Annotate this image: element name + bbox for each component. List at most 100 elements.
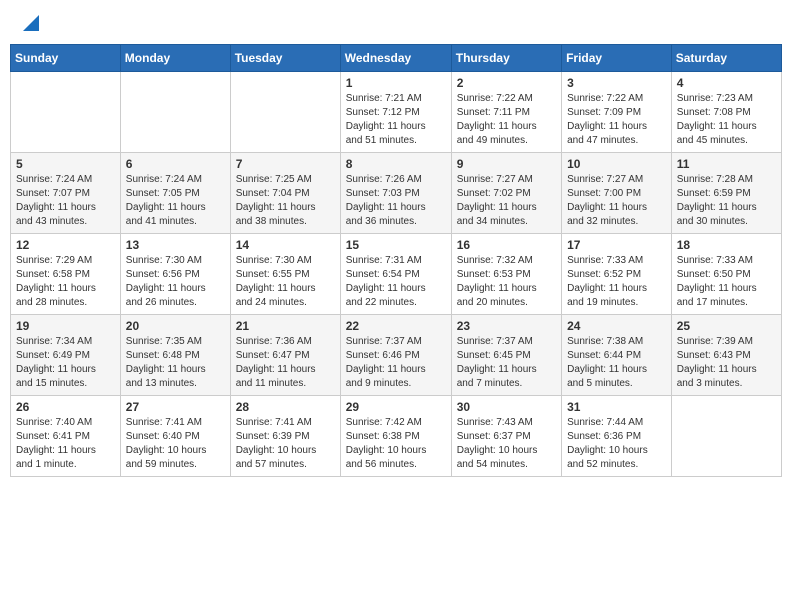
day-info: Sunrise: 7:24 AM Sunset: 7:07 PM Dayligh… <box>16 173 115 229</box>
day-number: 3 <box>567 76 666 90</box>
calendar-week-row: 19Sunrise: 7:34 AM Sunset: 6:49 PM Dayli… <box>11 315 782 396</box>
day-info: Sunrise: 7:36 AM Sunset: 6:47 PM Dayligh… <box>236 335 335 391</box>
day-of-week-header: Thursday <box>451 45 561 72</box>
day-info: Sunrise: 7:37 AM Sunset: 6:45 PM Dayligh… <box>457 335 556 391</box>
day-number: 24 <box>567 319 666 333</box>
calendar-cell: 9 Sunrise: 7:27 AM Sunset: 7:02 PM Daylig… <box>451 153 561 234</box>
calendar-cell: 20 Sunrise: 7:35 AM Sunset: 6:48 PM Dayli… <box>120 315 230 396</box>
day-number: 20 <box>126 319 225 333</box>
day-info: Sunrise: 7:40 AM Sunset: 6:41 PM Dayligh… <box>16 416 115 472</box>
calendar-cell: 17 Sunrise: 7:33 AM Sunset: 6:52 PM Dayli… <box>562 234 672 315</box>
day-number: 30 <box>457 400 556 414</box>
day-number: 31 <box>567 400 666 414</box>
day-number: 14 <box>236 238 335 252</box>
day-info: Sunrise: 7:24 AM Sunset: 7:05 PM Dayligh… <box>126 173 225 229</box>
day-info: Sunrise: 7:26 AM Sunset: 7:03 PM Dayligh… <box>346 173 446 229</box>
calendar-cell: 19Sunrise: 7:34 AM Sunset: 6:49 PM Dayli… <box>11 315 121 396</box>
day-number: 1 <box>346 76 446 90</box>
day-info: Sunrise: 7:27 AM Sunset: 7:02 PM Dayligh… <box>457 173 556 229</box>
day-info: Sunrise: 7:44 AM Sunset: 6:36 PM Dayligh… <box>567 416 666 472</box>
day-info: Sunrise: 7:39 AM Sunset: 6:43 PM Dayligh… <box>677 335 776 391</box>
day-info: Sunrise: 7:33 AM Sunset: 6:50 PM Dayligh… <box>677 254 776 310</box>
calendar-cell: 11Sunrise: 7:28 AM Sunset: 6:59 PM Dayli… <box>671 153 781 234</box>
calendar-week-row: 1Sunrise: 7:21 AM Sunset: 7:12 PM Daylig… <box>11 72 782 153</box>
calendar-cell: 29 Sunrise: 7:42 AM Sunset: 6:38 PM Dayli… <box>340 396 451 477</box>
day-info: Sunrise: 7:25 AM Sunset: 7:04 PM Dayligh… <box>236 173 335 229</box>
day-number: 15 <box>346 238 446 252</box>
calendar-cell: 30 Sunrise: 7:43 AM Sunset: 6:37 PM Dayli… <box>451 396 561 477</box>
day-number: 6 <box>126 157 225 171</box>
calendar-cell <box>230 72 340 153</box>
day-info: Sunrise: 7:27 AM Sunset: 7:00 PM Dayligh… <box>567 173 666 229</box>
day-number: 27 <box>126 400 225 414</box>
day-number: 17 <box>567 238 666 252</box>
day-number: 22 <box>346 319 446 333</box>
calendar-cell <box>671 396 781 477</box>
page-header <box>10 10 782 34</box>
day-info: Sunrise: 7:33 AM Sunset: 6:52 PM Dayligh… <box>567 254 666 310</box>
day-info: Sunrise: 7:35 AM Sunset: 6:48 PM Dayligh… <box>126 335 225 391</box>
day-info: Sunrise: 7:23 AM Sunset: 7:08 PM Dayligh… <box>677 92 776 148</box>
calendar-cell: 21 Sunrise: 7:36 AM Sunset: 6:47 PM Dayli… <box>230 315 340 396</box>
day-info: Sunrise: 7:29 AM Sunset: 6:58 PM Dayligh… <box>16 254 115 310</box>
calendar-cell: 26 Sunrise: 7:40 AM Sunset: 6:41 PM Dayli… <box>11 396 121 477</box>
day-number: 2 <box>457 76 556 90</box>
day-number: 9 <box>457 157 556 171</box>
day-number: 12 <box>16 238 115 252</box>
day-info: Sunrise: 7:37 AM Sunset: 6:46 PM Dayligh… <box>346 335 446 391</box>
calendar-cell: 23 Sunrise: 7:37 AM Sunset: 6:45 PM Dayli… <box>451 315 561 396</box>
calendar-cell: 14 Sunrise: 7:30 AM Sunset: 6:55 PM Dayli… <box>230 234 340 315</box>
calendar-cell: 16 Sunrise: 7:32 AM Sunset: 6:53 PM Dayli… <box>451 234 561 315</box>
day-number: 7 <box>236 157 335 171</box>
day-of-week-header: Sunday <box>11 45 121 72</box>
calendar-cell <box>120 72 230 153</box>
day-number: 4 <box>677 76 776 90</box>
day-number: 18 <box>677 238 776 252</box>
day-info: Sunrise: 7:42 AM Sunset: 6:38 PM Dayligh… <box>346 416 446 472</box>
calendar-cell: 3 Sunrise: 7:22 AM Sunset: 7:09 PM Daylig… <box>562 72 672 153</box>
day-number: 10 <box>567 157 666 171</box>
calendar-table: SundayMondayTuesdayWednesdayThursdayFrid… <box>10 44 782 477</box>
day-number: 29 <box>346 400 446 414</box>
calendar-cell: 10 Sunrise: 7:27 AM Sunset: 7:00 PM Dayli… <box>562 153 672 234</box>
calendar-header-row: SundayMondayTuesdayWednesdayThursdayFrid… <box>11 45 782 72</box>
day-info: Sunrise: 7:22 AM Sunset: 7:11 PM Dayligh… <box>457 92 556 148</box>
day-number: 11 <box>677 157 776 171</box>
day-of-week-header: Friday <box>562 45 672 72</box>
calendar-cell: 18 Sunrise: 7:33 AM Sunset: 6:50 PM Dayli… <box>671 234 781 315</box>
day-number: 28 <box>236 400 335 414</box>
logo-triangle-icon <box>23 15 39 31</box>
day-number: 25 <box>677 319 776 333</box>
calendar-cell <box>11 72 121 153</box>
calendar-cell: 7 Sunrise: 7:25 AM Sunset: 7:04 PM Daylig… <box>230 153 340 234</box>
day-of-week-header: Saturday <box>671 45 781 72</box>
day-of-week-header: Tuesday <box>230 45 340 72</box>
day-info: Sunrise: 7:38 AM Sunset: 6:44 PM Dayligh… <box>567 335 666 391</box>
day-number: 16 <box>457 238 556 252</box>
calendar-week-row: 5Sunrise: 7:24 AM Sunset: 7:07 PM Daylig… <box>11 153 782 234</box>
day-info: Sunrise: 7:22 AM Sunset: 7:09 PM Dayligh… <box>567 92 666 148</box>
day-info: Sunrise: 7:41 AM Sunset: 6:40 PM Dayligh… <box>126 416 225 472</box>
day-info: Sunrise: 7:30 AM Sunset: 6:56 PM Dayligh… <box>126 254 225 310</box>
day-info: Sunrise: 7:43 AM Sunset: 6:37 PM Dayligh… <box>457 416 556 472</box>
calendar-cell: 31 Sunrise: 7:44 AM Sunset: 6:36 PM Dayli… <box>562 396 672 477</box>
day-info: Sunrise: 7:30 AM Sunset: 6:55 PM Dayligh… <box>236 254 335 310</box>
day-of-week-header: Wednesday <box>340 45 451 72</box>
calendar-cell: 12 Sunrise: 7:29 AM Sunset: 6:58 PM Dayli… <box>11 234 121 315</box>
calendar-cell: 6 Sunrise: 7:24 AM Sunset: 7:05 PM Daylig… <box>120 153 230 234</box>
day-of-week-header: Monday <box>120 45 230 72</box>
day-info: Sunrise: 7:41 AM Sunset: 6:39 PM Dayligh… <box>236 416 335 472</box>
day-number: 8 <box>346 157 446 171</box>
calendar-cell: 2 Sunrise: 7:22 AM Sunset: 7:11 PM Daylig… <box>451 72 561 153</box>
day-number: 26 <box>16 400 115 414</box>
day-info: Sunrise: 7:32 AM Sunset: 6:53 PM Dayligh… <box>457 254 556 310</box>
calendar-cell: 24 Sunrise: 7:38 AM Sunset: 6:44 PM Dayli… <box>562 315 672 396</box>
calendar-cell: 4 Sunrise: 7:23 AM Sunset: 7:08 PM Daylig… <box>671 72 781 153</box>
day-number: 21 <box>236 319 335 333</box>
calendar-cell: 8 Sunrise: 7:26 AM Sunset: 7:03 PM Daylig… <box>340 153 451 234</box>
calendar-cell: 25 Sunrise: 7:39 AM Sunset: 6:43 PM Dayli… <box>671 315 781 396</box>
day-info: Sunrise: 7:31 AM Sunset: 6:54 PM Dayligh… <box>346 254 446 310</box>
day-number: 23 <box>457 319 556 333</box>
day-number: 13 <box>126 238 225 252</box>
day-number: 19 <box>16 319 115 333</box>
